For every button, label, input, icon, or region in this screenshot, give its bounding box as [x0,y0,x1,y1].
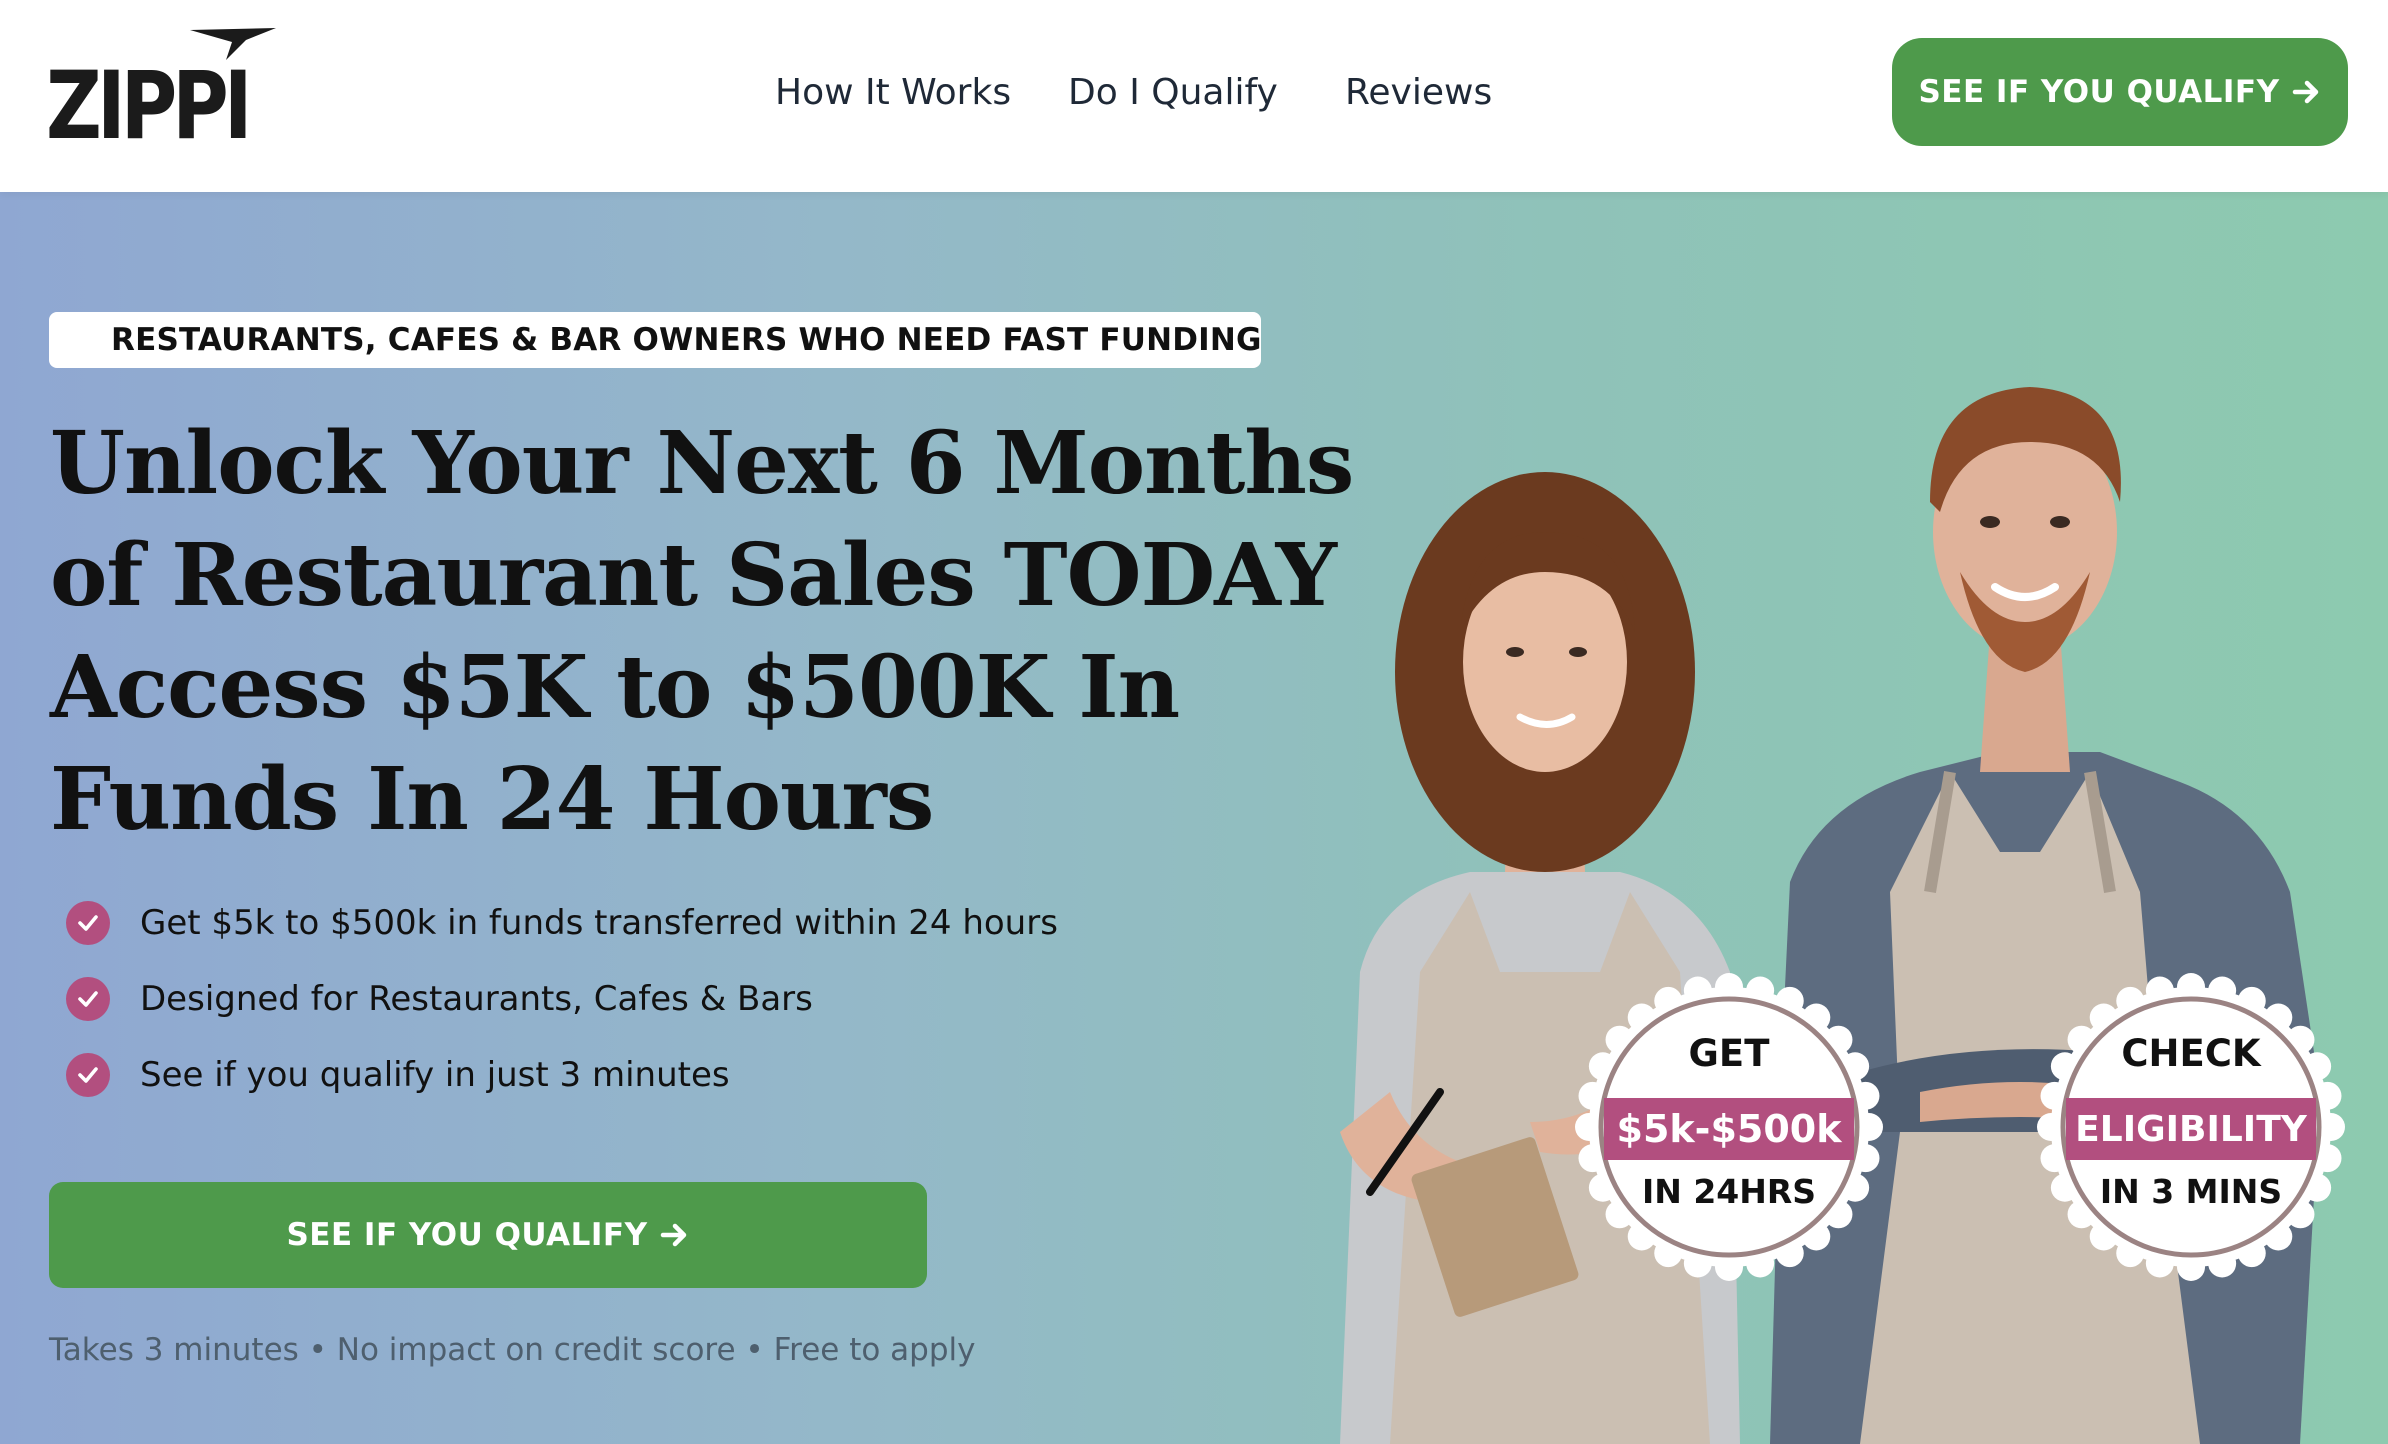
badge-highlight: ELIGIBILITY [2066,1098,2316,1160]
nav-how-it-works[interactable]: How It Works [775,66,1011,120]
benefit-item: Designed for Restaurants, Cafes & Bars [66,974,813,1024]
nav-do-i-qualify[interactable]: Do I Qualify [1068,66,1278,120]
benefit-item: Get $5k to $500k in funds transferred wi… [66,898,1058,948]
eligibility-badge: CHECK ELIGIBILITY IN 3 MINS [2036,972,2346,1282]
zippi-logo[interactable]: ZIPPI [46,26,276,161]
headline-line-3: Access $5K to $500K In [50,637,1180,738]
benefit-text: Get $5k to $500k in funds transferred wi… [140,903,1058,943]
badge-highlight: $5k-$500k [1604,1098,1854,1160]
badge-top-text: GET [1688,1032,1770,1075]
hero-section: RESTAURANTS, CAFES & BAR OWNERS WHO NEED… [0,192,2388,1444]
headline-line-2: of Restaurant Sales TODAY [50,525,1337,626]
check-icon [66,977,110,1021]
hero-qualify-label: SEE IF YOU QUALIFY [286,1217,648,1253]
audience-tagline: RESTAURANTS, CAFES & BAR OWNERS WHO NEED… [49,312,1261,368]
benefit-text: Designed for Restaurants, Cafes & Bars [140,979,813,1019]
logo-swoosh-icon [190,28,276,60]
funding-amount-badge: GET $5k-$500k IN 24HRS [1574,972,1884,1282]
arrow-right-icon [2292,80,2318,104]
badge-bottom-text: IN 24HRS [1641,1172,1817,1211]
woman-figure [1340,472,1740,1444]
site-header: ZIPPI How It Works Do I Qualify Reviews … [0,0,2388,192]
badge-top-text: CHECK [2121,1032,2261,1075]
hero-headline: Unlock Your Next 6 Months of Restaurant … [50,408,1354,856]
benefit-text: See if you qualify in just 3 minutes [140,1055,730,1095]
logo-wordmark: ZIPPI [46,52,253,161]
arrow-right-icon [660,1223,686,1247]
hero-qualify-button[interactable]: SEE IF YOU QUALIFY [49,1182,927,1288]
benefit-item: See if you qualify in just 3 minutes [66,1050,730,1100]
headline-line-4: Funds In 24 Hours [50,749,934,850]
tagline-text: RESTAURANTS, CAFES & BAR OWNERS WHO NEED… [111,322,1262,358]
headline-line-1: Unlock Your Next 6 Months [50,413,1354,514]
fineprint: Takes 3 minutes • No impact on credit sc… [49,1332,976,1368]
check-icon [66,901,110,945]
check-icon [66,1053,110,1097]
nav-reviews[interactable]: Reviews [1345,66,1492,120]
badge-bottom-text: IN 3 MINS [2099,1172,2283,1211]
header-qualify-button[interactable]: SEE IF YOU QUALIFY [1892,38,2348,146]
man-figure [1770,387,2320,1444]
header-qualify-label: SEE IF YOU QUALIFY [1918,74,2280,110]
